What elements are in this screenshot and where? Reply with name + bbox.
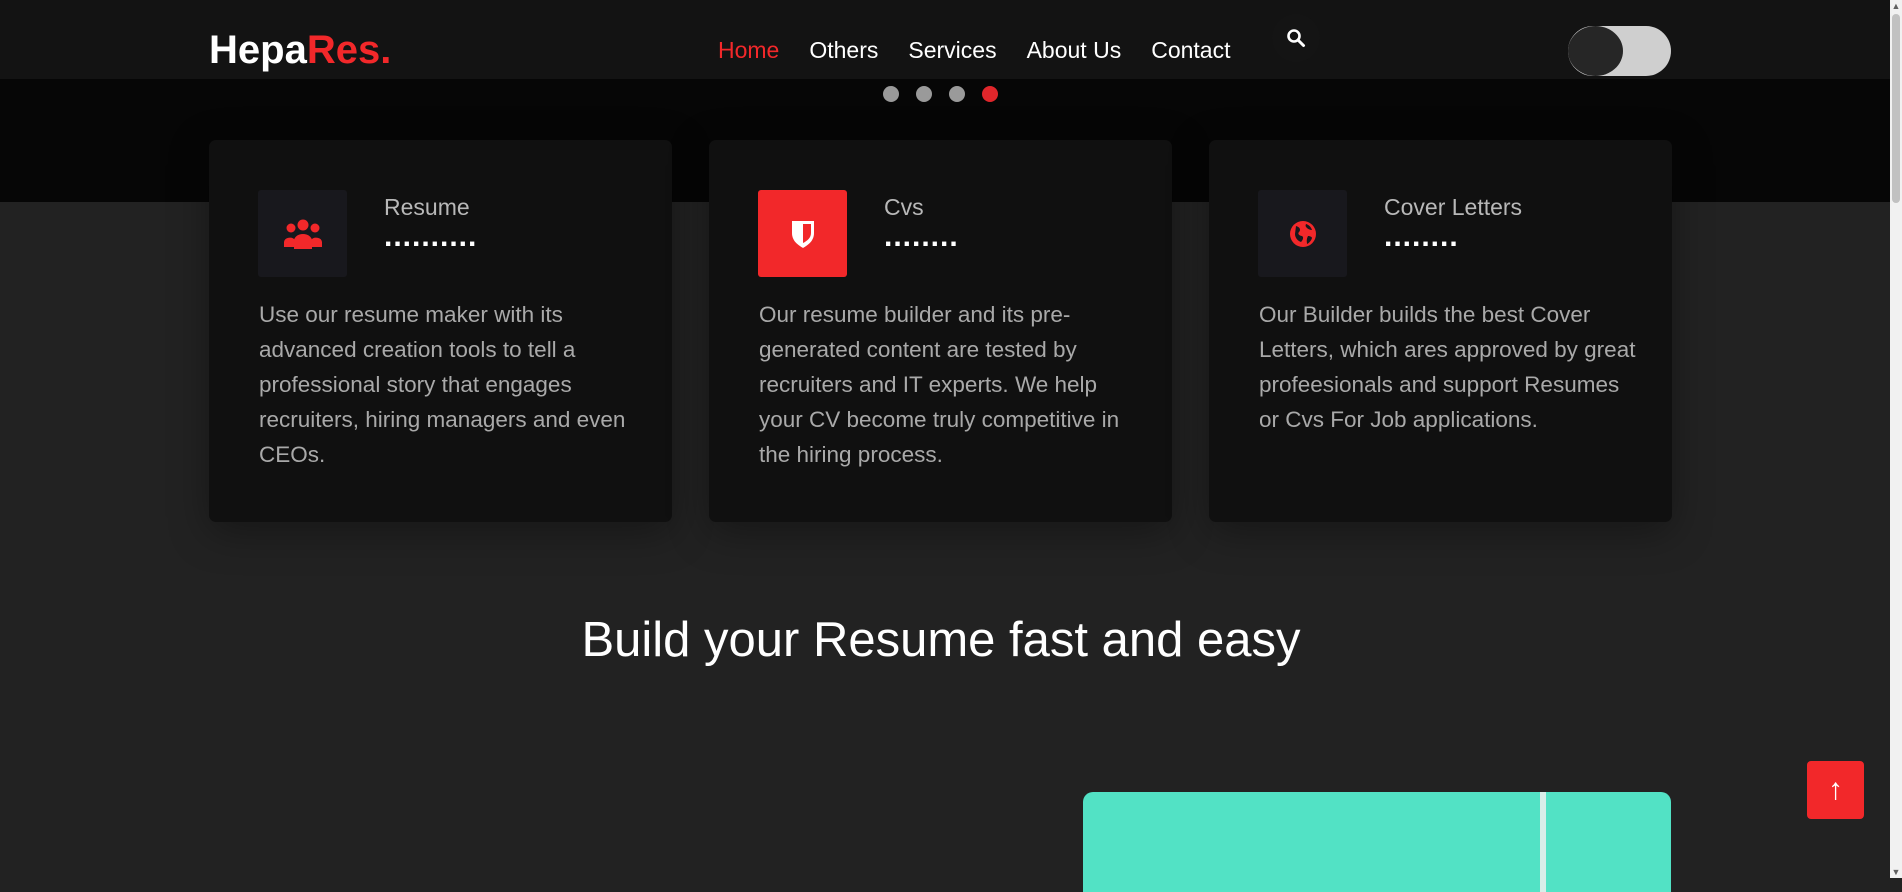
search-button[interactable]: [1272, 14, 1320, 62]
nav-item-others[interactable]: Others: [809, 37, 878, 64]
nav-item-about-us[interactable]: About Us: [1027, 37, 1122, 64]
shield-icon: [791, 220, 814, 248]
scrollbar-thumb[interactable]: [1892, 14, 1900, 203]
nav-item-home[interactable]: Home: [718, 37, 779, 64]
toggle-knob: [1568, 26, 1623, 76]
navbar: HepaRes. Home Others Services About Us C…: [0, 0, 1890, 79]
globe-icon: [1289, 220, 1316, 247]
carousel-dots: [883, 86, 998, 102]
feature-description: Our resume builder and its pre-generated…: [759, 302, 1120, 467]
feature-icon-box: [1258, 190, 1347, 277]
section-title: Build your Resume fast and easy: [581, 613, 1301, 667]
feature-icon-box: [258, 190, 347, 277]
brand-logo-part2: Res.: [306, 28, 392, 72]
feature-description: Our Builder builds the best Cover Letter…: [1259, 302, 1636, 432]
carousel-dot-1[interactable]: [883, 86, 899, 102]
nav-links: Home Others Services About Us Contact: [718, 37, 1260, 64]
carousel-dot-3[interactable]: [949, 86, 965, 102]
feature-card-cover-letters: Cover Letters ........ Our Builder build…: [1209, 140, 1672, 522]
carousel-dot-2[interactable]: [916, 86, 932, 102]
back-to-top-button[interactable]: ↑: [1807, 761, 1864, 819]
brand-logo-part1: Hepa: [209, 28, 307, 72]
nav-item-contact[interactable]: Contact: [1151, 37, 1230, 64]
users-icon: [283, 219, 322, 249]
page-scrollbar[interactable]: ▲ ▼: [1890, 0, 1902, 878]
brand-logo[interactable]: HepaRes.: [209, 28, 391, 73]
feature-dots: ........: [1384, 220, 1459, 253]
resume-preview-panel: [1083, 792, 1671, 892]
feature-card-resume: Resume .......... Use our resume maker w…: [209, 140, 672, 522]
feature-title: Resume: [384, 194, 470, 220]
search-icon: [1287, 29, 1305, 47]
feature-card-cvs: Cvs ........ Our resume builder and its …: [709, 140, 1172, 522]
feature-dots: ........: [884, 220, 959, 253]
nav-item-services[interactable]: Services: [908, 37, 996, 64]
feature-dots: ..........: [384, 220, 478, 253]
scroll-up-arrow-icon[interactable]: ▲: [1890, 0, 1902, 12]
feature-description: Use our resume maker with its advanced c…: [259, 302, 626, 467]
feature-title: Cover Letters: [1384, 194, 1523, 220]
preview-divider: [1540, 792, 1546, 892]
carousel-dot-4[interactable]: [982, 86, 998, 102]
feature-title: Cvs: [884, 194, 924, 220]
dark-mode-toggle[interactable]: [1568, 26, 1671, 76]
scroll-down-arrow-icon[interactable]: ▼: [1890, 866, 1902, 878]
feature-icon-box: [758, 190, 847, 277]
